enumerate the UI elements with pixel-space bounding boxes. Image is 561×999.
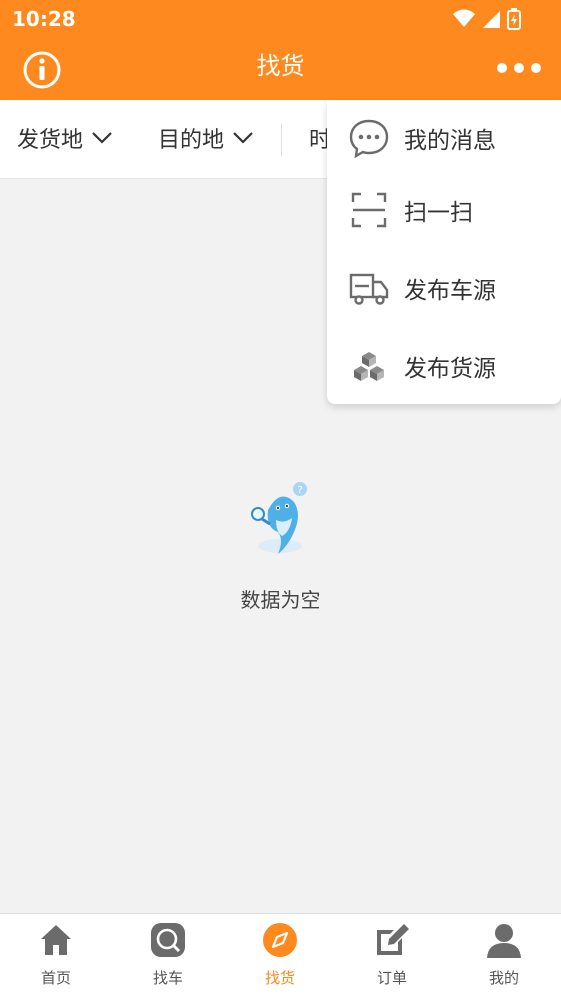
battery-icon xyxy=(507,8,521,30)
more-menu: 我的消息 扫一扫 发布车源 发布货源 xyxy=(327,100,561,404)
search-car-icon xyxy=(151,923,185,957)
menu-item-scan[interactable]: 扫一扫 xyxy=(327,172,561,248)
bottom-tab-bar: 首页 找车 找货 订单 我的 xyxy=(0,913,561,999)
menu-item-label: 发布车源 xyxy=(404,278,496,304)
dolphin-illustration: ? xyxy=(251,482,307,554)
tab-mine[interactable]: 我的 xyxy=(448,914,560,999)
menu-item-label: 扫一扫 xyxy=(404,200,473,226)
compass-icon xyxy=(263,923,297,957)
tab-label: 找货 xyxy=(264,969,295,987)
empty-text: 数据为空 xyxy=(240,588,321,612)
tab-find-cargo[interactable]: 找货 xyxy=(224,914,336,999)
title-bar: 找货 xyxy=(0,38,561,100)
scan-icon xyxy=(351,192,387,228)
tab-label: 我的 xyxy=(488,969,519,987)
tab-label: 找车 xyxy=(152,969,183,987)
more-icon[interactable] xyxy=(497,58,541,78)
truck-icon xyxy=(349,273,389,305)
menu-item-label: 我的消息 xyxy=(404,128,496,154)
status-bar: 10:28 xyxy=(0,0,561,38)
tab-label: 订单 xyxy=(376,969,407,987)
signal-icon xyxy=(483,11,500,28)
edit-icon xyxy=(377,924,409,955)
filter-origin-label: 发货地 xyxy=(17,128,84,153)
menu-item-publish-cargo[interactable]: 发布货源 xyxy=(327,328,561,404)
boxes-icon xyxy=(354,352,384,381)
menu-item-messages[interactable]: 我的消息 xyxy=(327,100,561,176)
menu-item-label: 发布货源 xyxy=(404,356,496,382)
filter-origin[interactable]: 发货地 xyxy=(17,122,113,154)
tab-label: 首页 xyxy=(40,969,71,987)
filter-divider xyxy=(281,124,282,156)
user-icon xyxy=(487,924,521,958)
page-title: 找货 xyxy=(256,52,305,80)
status-time: 10:28 xyxy=(12,7,76,31)
filter-destination[interactable]: 目的地 xyxy=(158,122,254,154)
message-icon xyxy=(349,119,389,158)
home-icon xyxy=(41,925,71,955)
tab-find-car[interactable]: 找车 xyxy=(112,914,224,999)
chevron-down-icon xyxy=(233,132,253,144)
app-bar: 10:28 找货 xyxy=(0,0,561,100)
wifi-icon xyxy=(453,9,475,27)
status-icons xyxy=(453,8,521,30)
menu-item-publish-truck[interactable]: 发布车源 xyxy=(327,250,561,326)
svg-text:?: ? xyxy=(297,485,302,496)
tab-home[interactable]: 首页 xyxy=(0,914,112,999)
tab-orders[interactable]: 订单 xyxy=(336,914,448,999)
filter-destination-label: 目的地 xyxy=(158,128,225,153)
chevron-down-icon xyxy=(92,132,112,144)
